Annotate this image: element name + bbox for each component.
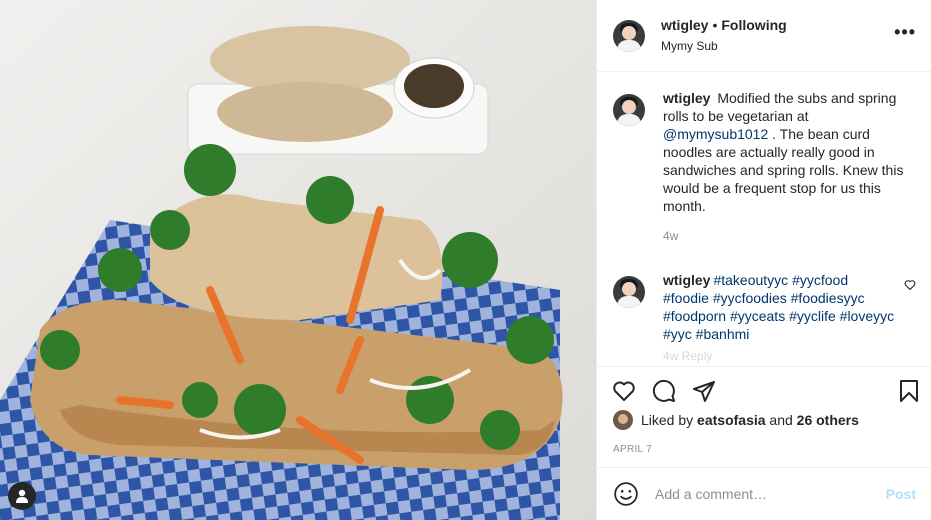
liked-by-prefix: Liked by <box>641 412 694 428</box>
likes-joiner: and <box>769 412 793 428</box>
caption: wtigley Modified the subs and spring rol… <box>613 89 916 243</box>
add-comment-bar: Post <box>597 467 931 520</box>
share-icon[interactable] <box>691 378 717 404</box>
caption-text: wtigley Modified the subs and spring rol… <box>663 89 916 215</box>
comment-input[interactable] <box>655 486 886 502</box>
post-button[interactable]: Post <box>886 486 916 502</box>
post-photo[interactable] <box>0 0 596 520</box>
bookmark-icon[interactable] <box>896 378 922 404</box>
separator-dot: • <box>712 17 718 33</box>
liker-avatar[interactable] <box>613 410 633 430</box>
post-sidebar: wtigley • Following Mymy Sub ••• wtigley M… <box>596 0 931 520</box>
caption-username[interactable]: wtigley <box>663 90 710 106</box>
food-photo-image <box>0 0 596 520</box>
likes-summary: Liked by eatsofasia and 26 others <box>613 410 859 430</box>
caption-age: 4w <box>663 229 679 243</box>
heart-icon[interactable] <box>611 378 637 404</box>
comment-username[interactable]: wtigley <box>663 272 710 288</box>
avatar[interactable] <box>613 94 645 126</box>
location-link[interactable]: Mymy Sub <box>661 37 894 55</box>
comment-like-icon[interactable] <box>904 279 916 291</box>
post-header: wtigley • Following Mymy Sub ••• <box>597 0 931 72</box>
emoji-icon[interactable] <box>613 481 639 507</box>
comment-meta: 4w Reply <box>663 349 713 363</box>
avatar[interactable] <box>613 19 645 52</box>
person-icon <box>16 489 28 503</box>
comment-text: wtigley #takeoutyyc #yycfood #foodie #yyc… <box>663 271 896 343</box>
mention-link[interactable]: @mymysub1012 <box>663 126 768 142</box>
header-names: wtigley • Following Mymy Sub <box>661 16 894 55</box>
action-bar <box>597 366 931 414</box>
comment-icon[interactable] <box>651 378 677 404</box>
post-date: APRIL 7 <box>613 444 652 455</box>
comment-item: wtigley #takeoutyyc #yycfood #foodie #yyc… <box>613 271 916 363</box>
comments-section[interactable]: wtigley Modified the subs and spring rol… <box>597 73 931 365</box>
user-tag-button[interactable] <box>8 482 36 510</box>
following-button[interactable]: Following <box>721 17 786 33</box>
author-username[interactable]: wtigley <box>661 17 708 33</box>
more-horizontal-icon[interactable]: ••• <box>894 22 916 43</box>
avatar[interactable] <box>613 276 645 308</box>
liker-username[interactable]: eatsofasia <box>697 412 765 428</box>
others-count-link[interactable]: 26 others <box>797 412 859 428</box>
